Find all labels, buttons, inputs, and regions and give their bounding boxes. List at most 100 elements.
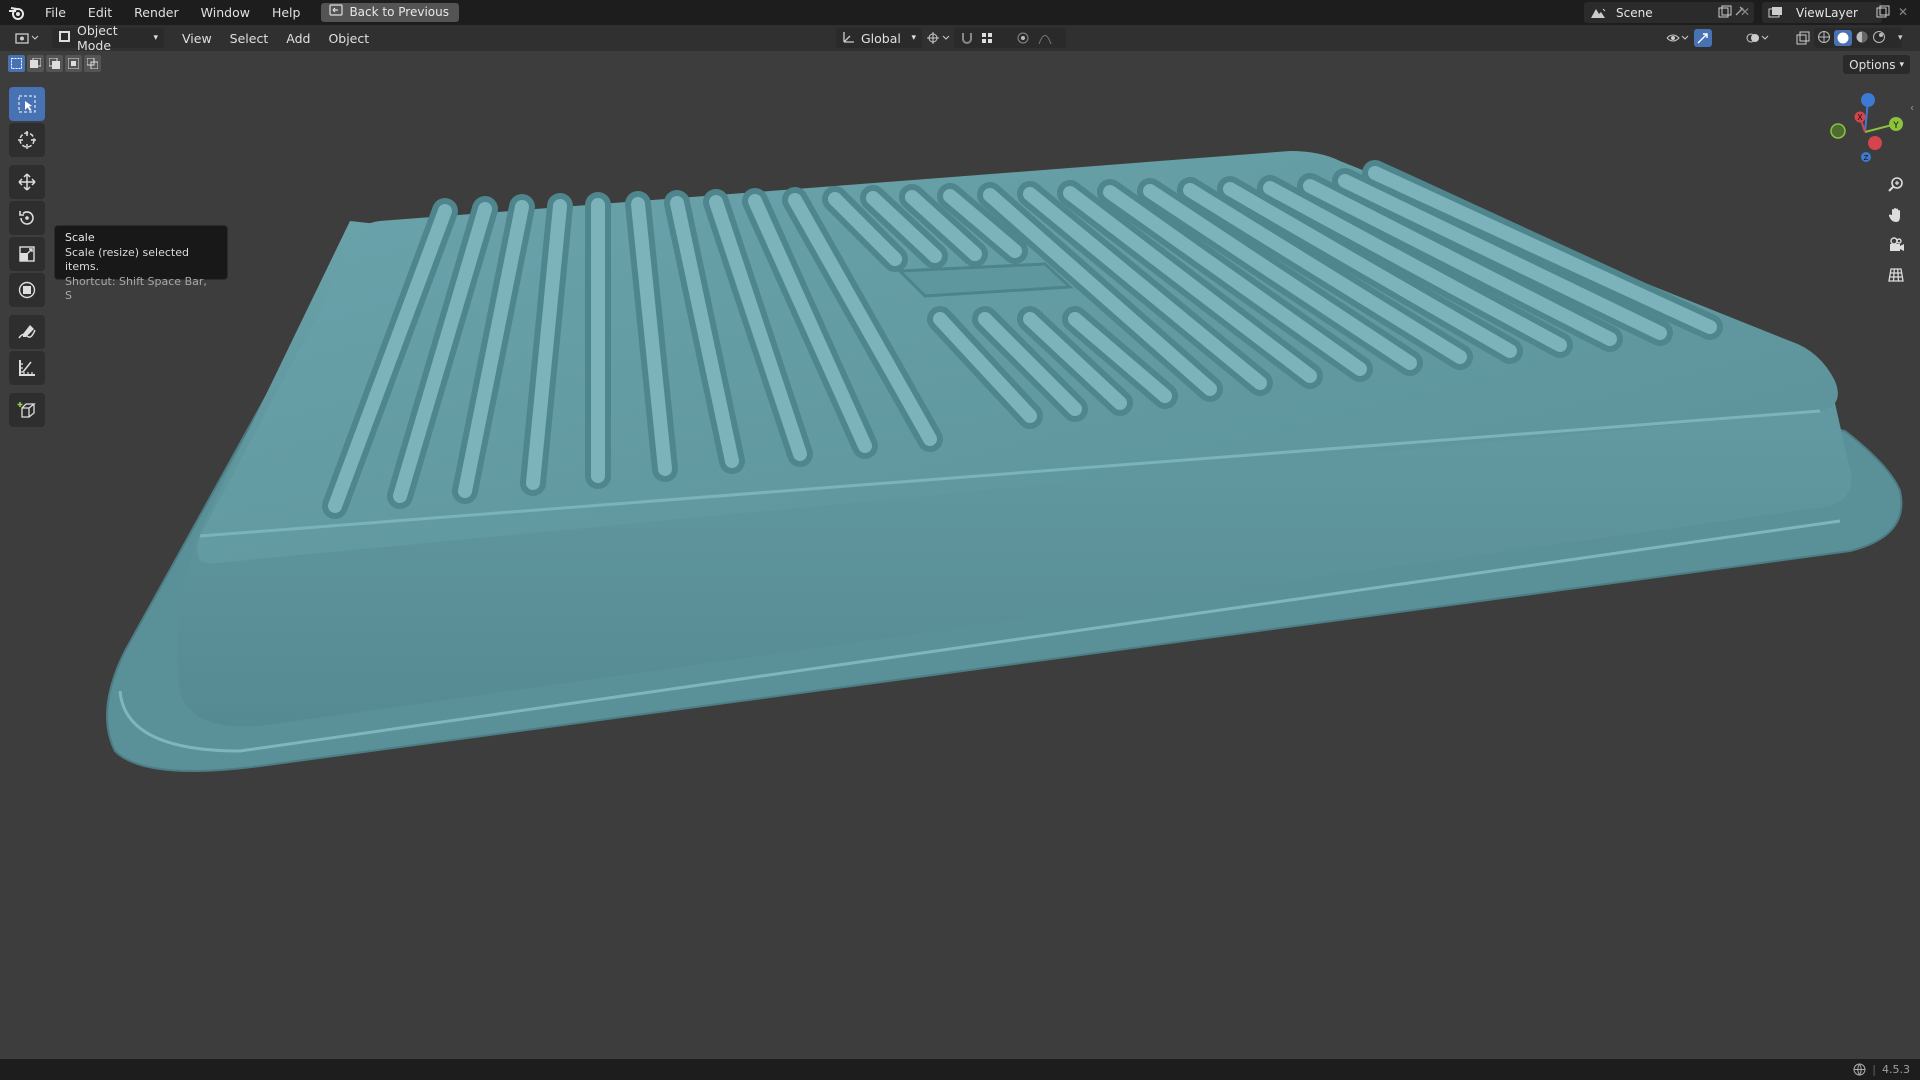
scale-icon [19,246,35,262]
measure-icon [19,360,35,376]
scene-icon [1584,6,1612,20]
eye-icon [1666,34,1689,42]
move-icon [18,173,36,191]
gizmo-z-label: Z [1864,154,1869,162]
scene-label: Scene [1616,5,1653,20]
rotate-tool[interactable] [9,201,45,235]
select-invert-icon[interactable] [65,55,82,72]
shading-mode-group [1814,28,1902,48]
chevron-down-icon: ▾ [1899,59,1904,70]
mode-selector[interactable]: Object Mode ▾ [52,23,164,53]
menu-edit[interactable]: Edit [77,0,123,25]
orientation-icon [842,30,856,47]
menu-object[interactable]: Object [322,28,375,48]
select-intersect-icon[interactable] [84,55,101,72]
select-new-icon[interactable] [8,55,25,72]
select-box-icon [18,95,36,113]
gizmo-y-label: Y [1892,121,1899,131]
options-label: Options [1849,57,1896,72]
3d-viewport[interactable]: Scale Scale (resize) selected items. Sho… [0,51,1920,1059]
menu-window[interactable]: Window [190,0,261,25]
camera-view-icon[interactable] [1882,231,1910,259]
object-mode-icon [58,30,71,46]
transform-orientation-selector[interactable]: Global ▾ [836,28,922,48]
rotate-icon [19,211,34,225]
tray-model[interactable] [0,51,1920,1059]
options-dropdown[interactable]: Options ▾ [1843,55,1910,74]
wireframe-shading-icon[interactable] [1817,30,1831,47]
gizmo-neg-x-icon [1868,136,1882,150]
top-bar: File Edit Render Window Help Back to Pre… [0,0,1920,25]
pan-hand-icon[interactable] [1882,201,1910,229]
menu-add[interactable]: Add [280,28,316,48]
gizmo-x-label: X [1857,113,1863,122]
transform-tool[interactable] [9,273,45,307]
select-subtract-icon[interactable] [46,55,63,72]
mode-label: Object Mode [77,23,118,53]
select-extend-icon[interactable] [27,55,44,72]
chevron-down-icon: ▾ [153,33,158,43]
navigation-gizmo[interactable]: Y X Z [1820,87,1910,177]
version-label: 4.5.3 [1882,1063,1910,1076]
menu-select[interactable]: Select [224,28,275,48]
zoom-icon[interactable] [1882,171,1910,199]
perspective-toggle-icon[interactable] [1882,261,1910,289]
viewlayer-selector[interactable]: ViewLayer [1762,2,1882,23]
globe-icon [1853,1063,1866,1076]
scale-tool[interactable] [9,237,45,271]
gizmo-neg-y-icon [1830,123,1846,139]
gizmo-z-icon [1861,93,1875,107]
pivot-point-button[interactable] [920,28,958,48]
move-tool[interactable] [9,165,45,199]
magnet-icon [962,33,972,44]
orientation-label: Global [861,30,901,46]
sidebar-toggle-icon[interactable]: ‹ [1910,103,1914,114]
delete-viewlayer-icon[interactable]: ✕ [1898,5,1908,19]
selection-mode-group [8,55,101,72]
blender-logo-icon[interactable] [0,0,34,25]
xray-toggle[interactable] [1790,28,1816,48]
back-to-previous-button[interactable]: Back to Previous [321,3,459,22]
editor-type-button[interactable] [8,28,46,48]
viewlayer-label: ViewLayer [1796,5,1858,20]
visibility-selector[interactable] [1660,28,1696,48]
add-cube-icon [17,402,36,418]
select-box-tool[interactable] [9,87,45,121]
cursor-tool[interactable] [9,123,45,157]
proportional-editing-toggle[interactable] [1010,28,1066,48]
gizmo-icon [1697,33,1708,44]
falloff-icon [1038,35,1052,45]
overlay-toggle[interactable] [1740,28,1776,48]
menu-file[interactable]: File [34,0,77,25]
measure-tool[interactable] [9,351,45,385]
solid-shading-icon[interactable] [1834,30,1852,46]
proportional-edit-icon [1017,32,1029,44]
chevron-down-icon: ▾ [911,33,916,43]
xray-icon [1796,31,1810,45]
tooltip-description: Scale (resize) selected items. [65,245,189,274]
overlay-icon [1746,33,1769,43]
annotate-tool[interactable] [9,315,45,349]
tooltip-title: Scale [65,231,95,244]
editor-type-icon [15,33,39,44]
back-to-previous-label: Back to Previous [349,5,449,19]
pivot-icon [927,32,950,44]
material-shading-icon[interactable] [1855,30,1869,47]
tool-shelf [9,87,46,429]
delete-scene-icon[interactable]: ✕ [1740,5,1750,19]
cursor-icon [18,131,36,149]
shading-options-chevron-icon[interactable]: ▾ [1898,33,1903,43]
snap-toggle[interactable] [954,28,1016,48]
menu-help[interactable]: Help [261,0,312,25]
new-scene-icon[interactable] [1718,5,1732,22]
back-icon [329,3,344,22]
viewlayer-icon [1762,6,1790,20]
menu-view[interactable]: View [176,28,218,48]
viewport-header: Object Mode ▾ View Select Add Object Glo… [0,23,1920,53]
menu-render[interactable]: Render [123,0,190,25]
new-viewlayer-icon[interactable] [1876,5,1890,22]
rendered-shading-icon[interactable] [1872,30,1886,47]
gizmo-toggle[interactable] [1694,29,1712,47]
annotate-icon [18,325,36,339]
add-cube-tool[interactable] [9,393,45,427]
